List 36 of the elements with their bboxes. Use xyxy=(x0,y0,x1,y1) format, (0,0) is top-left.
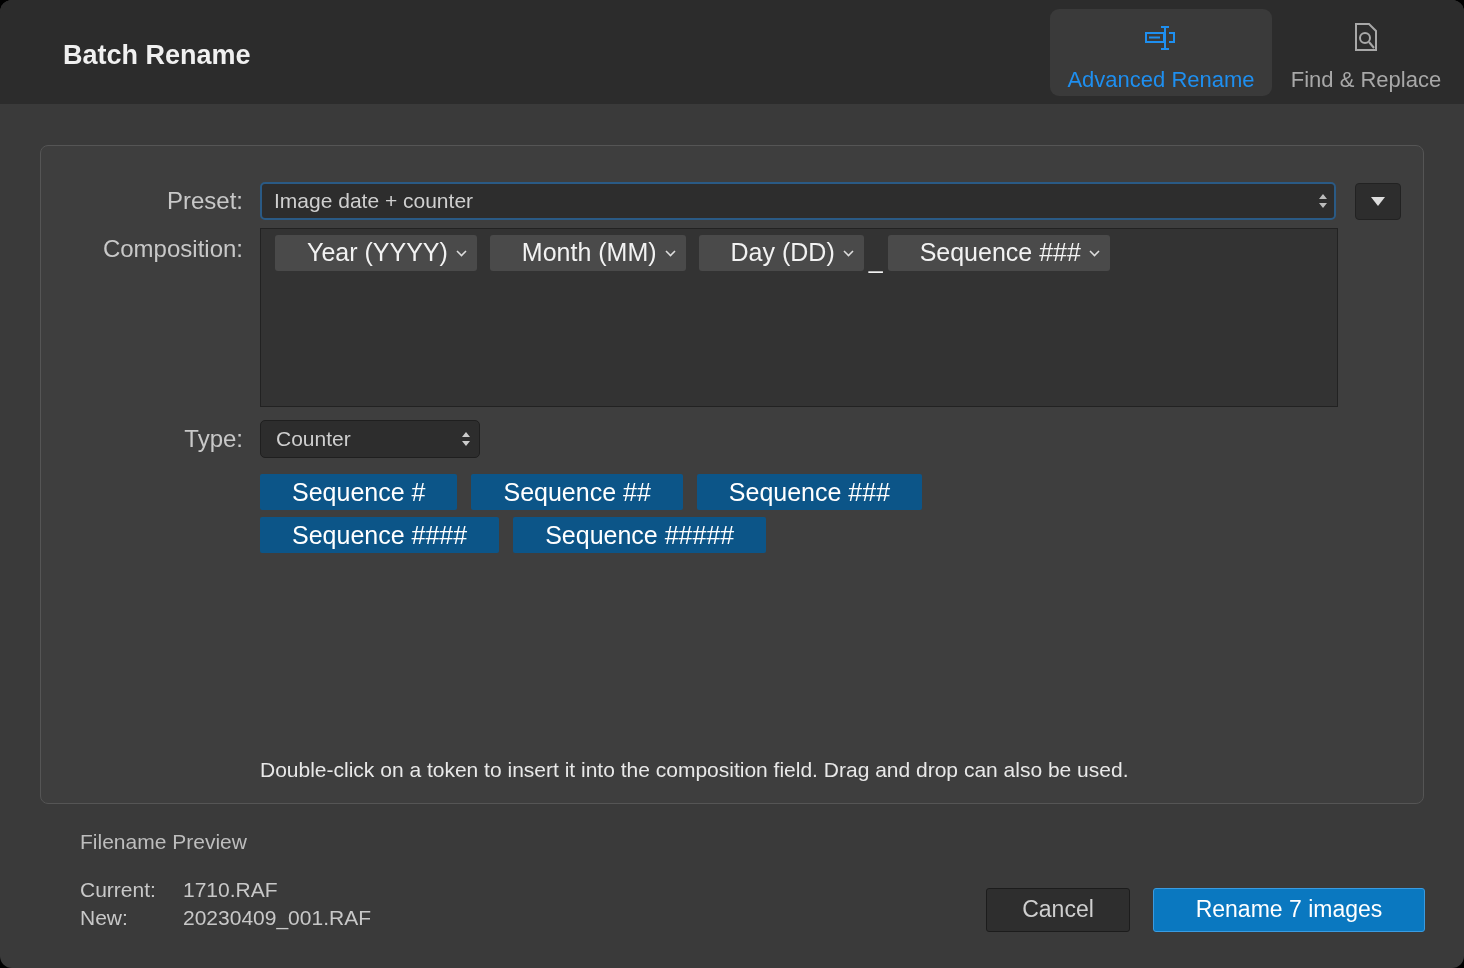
field-label: Type: xyxy=(183,424,243,454)
hint-text: Double-click on a token to insert it into the composition field. Drag and drop can also be used. xyxy=(260,756,1130,783)
section-title: Filename Preview xyxy=(80,829,248,855)
text-field-cursor-icon xyxy=(1145,25,1177,51)
composition-token[interactable]: Day (DD) xyxy=(698,235,864,271)
chevron-down-icon xyxy=(842,249,854,257)
preview-label: New: xyxy=(80,904,129,931)
window-title: Batch Rename xyxy=(63,39,251,72)
token-chip[interactable]: Sequence ##### xyxy=(513,517,767,553)
composition-field[interactable]: Year (YYYY) Month (MM) Day (DD) _ Sequence ### xyxy=(260,228,1338,407)
token-chip[interactable]: Sequence ## xyxy=(471,474,683,510)
field-label: Preset: xyxy=(165,186,243,216)
cancel-button[interactable]: Cancel xyxy=(986,887,1130,932)
token-chip[interactable]: Sequence #### xyxy=(260,517,500,553)
token-chip[interactable]: Sequence # xyxy=(260,474,458,510)
preset-select[interactable]: Image date + counter xyxy=(260,182,1336,220)
token-chip[interactable]: Sequence ### xyxy=(696,474,923,510)
composition-token[interactable]: Month (MM) xyxy=(489,235,686,271)
preview-value: 1710.RAF xyxy=(183,876,279,903)
updown-arrows-icon xyxy=(1318,192,1328,210)
triangle-down-icon xyxy=(1371,196,1385,206)
preview-value: 20230409_001.RAF xyxy=(183,904,371,932)
separator-text: _ xyxy=(868,244,883,275)
document-search-icon xyxy=(1354,23,1378,51)
tab[interactable]: Find & Replace xyxy=(1276,9,1456,96)
rename-button[interactable]: Rename 7 images xyxy=(1153,887,1425,932)
field-label: Composition: xyxy=(101,234,243,264)
preset-menu-button[interactable] xyxy=(1355,182,1401,220)
composition-token[interactable]: Sequence ### xyxy=(887,235,1110,271)
composition-token[interactable]: Year (YYYY) xyxy=(275,235,477,271)
chevron-down-icon xyxy=(1088,249,1100,257)
updown-arrows-icon xyxy=(461,430,471,448)
type-select[interactable]: Counter xyxy=(260,420,480,458)
preview-label: Current: xyxy=(80,876,157,903)
chevron-down-icon xyxy=(455,249,467,257)
chevron-down-icon xyxy=(664,249,676,257)
